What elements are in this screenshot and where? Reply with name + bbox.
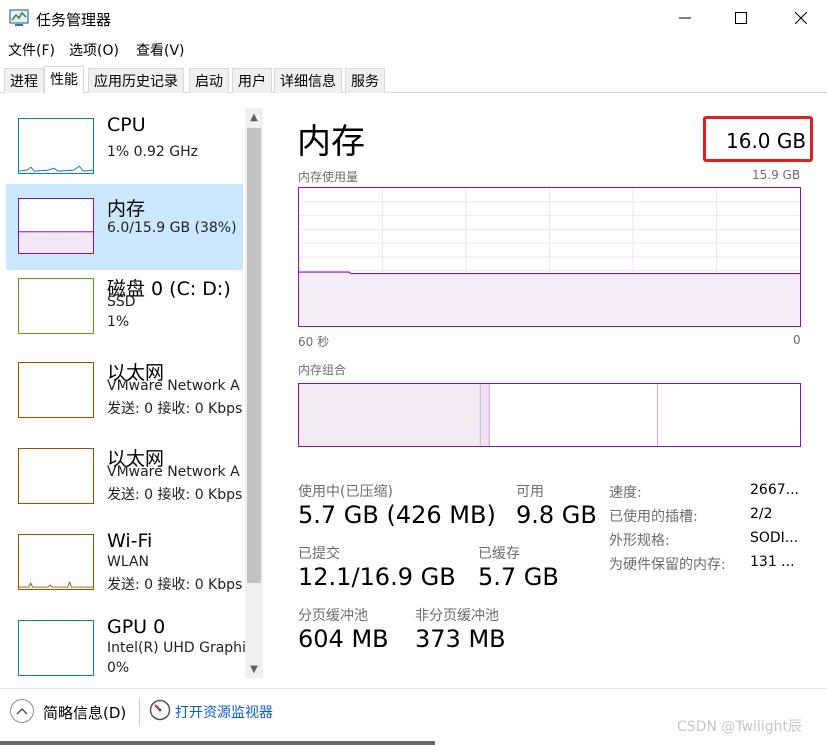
sidebar-item-detail: VMware Network A	[107, 378, 240, 394]
disk-thumbnail-graph	[18, 278, 94, 334]
speed-label: 速度:	[609, 485, 642, 501]
sidebar-item-cpu[interactable]: CPU 1% 0.92 GHz	[6, 104, 243, 190]
sidebar-item-title: 内存	[107, 198, 146, 220]
tab-app-history[interactable]: 应用历史记录	[88, 68, 184, 93]
gpu-thumbnail-graph	[18, 620, 94, 676]
title-bar: 任务管理器	[0, 0, 827, 36]
composition-graph-label: 内存组合	[298, 363, 347, 377]
sidebar-item-detail: 发送: 0 接收: 0 Kbps	[107, 401, 243, 417]
sidebar-item-ethernet-1[interactable]: 以太网 VMware Network A 发送: 0 接收: 0 Kbps	[6, 348, 243, 434]
window-bottom-edge	[0, 741, 435, 745]
sidebar-item-detail: 1% 0.92 GHz	[107, 144, 199, 160]
available-label: 可用	[516, 484, 544, 500]
sidebar-item-ethernet-2[interactable]: 以太网 VMware Network A 发送: 0 接收: 0 Kbps	[6, 434, 243, 520]
sidebar-item-title: CPU	[107, 114, 146, 136]
collapse-button[interactable]	[10, 699, 34, 723]
cpu-thumbnail-graph	[18, 118, 94, 174]
sidebar-item-detail: WLAN	[107, 554, 150, 570]
sidebar-item-detail: Intel(R) UHD Graphics	[107, 640, 261, 656]
sidebar-item-gpu[interactable]: GPU 0 Intel(R) UHD Graphics 0%	[6, 606, 261, 684]
composition-modified	[481, 384, 490, 446]
sidebar-item-disk[interactable]: 磁盘 0 (C: D:) SSD 1%	[6, 264, 243, 350]
slots-used-label: 已使用的插槽:	[609, 509, 698, 525]
ethernet-thumbnail-graph	[18, 362, 94, 418]
wifi-thumbnail-graph	[18, 534, 94, 590]
ethernet-thumbnail-graph	[18, 448, 94, 504]
usage-graph-label: 内存使用量	[298, 170, 359, 184]
memory-composition-graph	[298, 383, 801, 447]
committed-value: 12.1/16.9 GB	[298, 563, 456, 591]
watermark: CSDN @Twilight辰	[677, 719, 802, 735]
usage-graph-max: 15.9 GB	[752, 168, 801, 182]
resource-sidebar: CPU 1% 0.92 GHz 内存 6.0/15.9 GB (38%) 磁盘 …	[0, 104, 262, 684]
available-value: 9.8 GB	[516, 501, 597, 529]
hardware-reserved-value: 131 ...	[750, 554, 795, 570]
close-icon	[795, 12, 807, 24]
sidebar-item-memory[interactable]: 内存 6.0/15.9 GB (38%)	[6, 184, 243, 270]
nonpaged-pool-value: 373 MB	[415, 625, 506, 653]
minimize-icon	[679, 17, 691, 19]
sidebar-item-detail: 6.0/15.9 GB (38%)	[107, 220, 237, 236]
sidebar-item-detail: VMware Network A	[107, 464, 240, 480]
memory-thumbnail-graph	[18, 198, 94, 254]
menu-view[interactable]: 查看(V)	[136, 40, 185, 60]
maximize-button[interactable]	[711, 0, 771, 36]
form-factor-value: SODI...	[750, 530, 799, 546]
footer: 简略信息(D) 打开资源监视器 CSDN @Twilight辰	[0, 688, 827, 745]
hardware-reserved-label: 为硬件保留的内存:	[609, 557, 726, 573]
slots-used-value: 2/2	[750, 506, 773, 522]
scroll-down-arrow-icon[interactable]: ▼	[245, 660, 263, 678]
minimize-button[interactable]	[655, 0, 715, 36]
sidebar-item-wifi[interactable]: Wi-Fi WLAN 发送: 0 接收: 0 Kbps	[6, 520, 243, 606]
footer-divider	[139, 699, 140, 725]
tab-performance[interactable]: 性能	[44, 66, 84, 94]
memory-usage-fill	[299, 272, 800, 326]
memory-usage-graph	[298, 187, 801, 327]
sidebar-item-detail: 0%	[107, 660, 130, 676]
committed-label: 已提交	[298, 546, 340, 562]
sidebar-item-detail: SSD	[107, 294, 136, 310]
graph-axis-left: 60 秒	[298, 335, 330, 349]
sidebar-item-detail: 发送: 0 接收: 0 Kbps	[107, 577, 243, 593]
graph-axis-right: 0	[793, 333, 801, 347]
tab-startup[interactable]: 启动	[189, 68, 229, 93]
scrollbar-thumb[interactable]	[247, 128, 261, 583]
fewer-details-link[interactable]: 简略信息(D)	[43, 702, 126, 723]
task-manager-icon	[9, 9, 29, 26]
window-title: 任务管理器	[36, 11, 112, 29]
nonpaged-pool-label: 非分页缓冲池	[415, 608, 499, 624]
paged-pool-label: 分页缓冲池	[298, 608, 368, 624]
menu-file[interactable]: 文件(F)	[8, 40, 55, 60]
cached-label: 已缓存	[478, 546, 520, 562]
tab-details[interactable]: 详细信息	[274, 68, 342, 93]
tab-services[interactable]: 服务	[345, 68, 385, 93]
tab-processes[interactable]: 进程	[4, 68, 44, 93]
open-resource-monitor-link[interactable]: 打开资源监视器	[175, 702, 273, 722]
tab-users[interactable]: 用户	[232, 68, 272, 93]
chevron-up-icon	[16, 708, 28, 715]
sidebar-item-detail: 发送: 0 接收: 0 Kbps	[107, 487, 243, 503]
cached-value: 5.7 GB	[478, 563, 559, 591]
close-button[interactable]	[771, 0, 827, 36]
page-title: 内存	[297, 122, 365, 162]
tab-strip: 进程 性能 应用历史记录 启动 用户 详细信息 服务	[0, 66, 827, 94]
maximize-icon	[735, 12, 747, 24]
sidebar-item-title: GPU 0	[107, 616, 166, 638]
scroll-up-arrow-icon[interactable]: ▲	[245, 108, 263, 126]
sidebar-scrollbar[interactable]: ▲ ▼	[245, 108, 263, 678]
menu-options[interactable]: 选项(O)	[69, 40, 119, 60]
total-memory: 16.0 GB	[726, 129, 807, 153]
sidebar-item-detail: 1%	[107, 314, 130, 330]
sidebar-item-title: Wi-Fi	[107, 530, 153, 552]
resource-monitor-icon	[149, 699, 171, 721]
composition-in-use	[299, 384, 481, 446]
paged-pool-value: 604 MB	[298, 625, 389, 653]
in-use-value: 5.7 GB (426 MB)	[298, 501, 496, 529]
in-use-label: 使用中(已压缩)	[298, 484, 393, 500]
speed-value: 2667...	[750, 482, 799, 498]
menu-bar: 文件(F) 选项(O) 查看(V)	[0, 38, 827, 62]
form-factor-label: 外形规格:	[609, 533, 670, 549]
